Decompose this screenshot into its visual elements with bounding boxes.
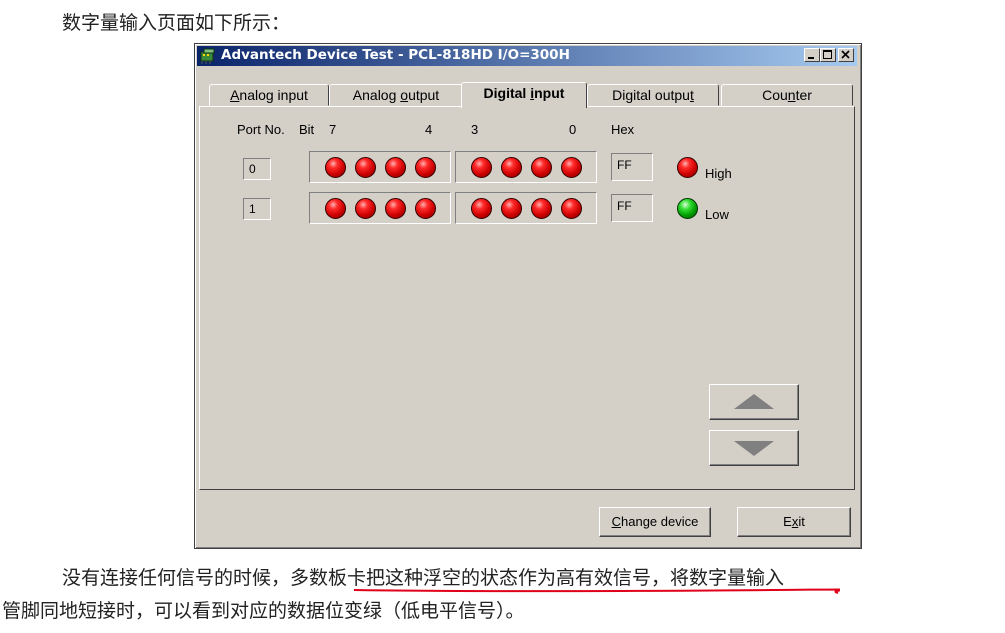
close-button[interactable] bbox=[838, 48, 854, 62]
bit-0-label: 0 bbox=[569, 122, 577, 137]
port-0-field[interactable]: 0 bbox=[243, 158, 271, 180]
bit-led bbox=[384, 197, 406, 219]
tab-counter[interactable]: Counter bbox=[721, 84, 853, 106]
bit-3-label: 3 bbox=[471, 122, 479, 137]
bit-led bbox=[414, 197, 436, 219]
tab-analog-output[interactable]: Analog output bbox=[329, 84, 463, 106]
paragraph-line-1: 没有连接任何信号的时候，多数板卡把这种浮空的状态作为高有效信号，将数字量输入 bbox=[62, 563, 784, 590]
maximize-button[interactable] bbox=[820, 48, 836, 62]
scroll-up-button[interactable] bbox=[709, 384, 799, 420]
maximize-icon bbox=[823, 50, 832, 59]
port-0-high-nibble bbox=[309, 151, 451, 183]
app-icon bbox=[200, 48, 215, 64]
app-window: Advantech Device Test - PCL-818HD I/O=30… bbox=[194, 43, 862, 549]
tab-digital-output[interactable]: Digital output bbox=[587, 84, 719, 106]
paragraph-line-2: 管脚同地短接时，可以看到对应的数据位变绿（低电平信号）。 bbox=[2, 600, 525, 622]
low-indicator-led bbox=[677, 198, 698, 219]
port-0-hex-value: FF bbox=[611, 153, 653, 181]
bit-header: Bit bbox=[299, 122, 315, 137]
minimize-button[interactable] bbox=[804, 48, 820, 62]
bit-led bbox=[324, 156, 346, 178]
arrow-up-icon bbox=[734, 394, 774, 409]
sentence-part-2: ，将数字量输入 bbox=[651, 567, 785, 589]
arrow-down-icon bbox=[734, 441, 774, 456]
bit-led bbox=[500, 197, 522, 219]
scroll-down-button[interactable] bbox=[709, 430, 799, 466]
bit-led bbox=[560, 156, 582, 178]
port-1-hex-value: FF bbox=[611, 194, 653, 222]
close-icon bbox=[841, 50, 850, 59]
port-1-field[interactable]: 1 bbox=[243, 198, 271, 220]
tab-digital-input[interactable]: Digital input bbox=[461, 82, 587, 108]
low-label: Low bbox=[705, 207, 729, 222]
bit-led bbox=[470, 156, 492, 178]
bit-led bbox=[414, 156, 436, 178]
change-device-button[interactable]: Change device bbox=[599, 507, 711, 537]
bit-4-label: 4 bbox=[425, 122, 433, 137]
high-label: High bbox=[705, 166, 732, 181]
tab-strip: Analog input Analog output Digital input… bbox=[199, 82, 855, 108]
port-1-high-nibble bbox=[309, 192, 451, 224]
red-underline-annotation bbox=[353, 588, 840, 594]
intro-text: 数字量输入页面如下所示： bbox=[62, 12, 291, 34]
bit-led bbox=[500, 156, 522, 178]
window-title: Advantech Device Test - PCL-818HD I/O=30… bbox=[221, 47, 570, 63]
bit-7-label: 7 bbox=[329, 122, 337, 137]
bit-led bbox=[560, 197, 582, 219]
bit-led bbox=[354, 156, 376, 178]
port-0-low-nibble bbox=[455, 151, 597, 183]
bit-led bbox=[470, 197, 492, 219]
high-indicator-led bbox=[677, 157, 698, 178]
exit-button[interactable]: Exit bbox=[737, 507, 851, 537]
underlined-phrase: 多数板卡把这种浮空的状态作为高有效信号 bbox=[290, 567, 652, 589]
port-1-low-nibble bbox=[455, 192, 597, 224]
bit-led bbox=[324, 197, 346, 219]
bit-led bbox=[530, 197, 552, 219]
minimize-icon bbox=[808, 57, 814, 59]
hex-header: Hex bbox=[611, 122, 635, 137]
title-bar[interactable]: Advantech Device Test - PCL-818HD I/O=30… bbox=[197, 46, 857, 66]
bit-led bbox=[530, 156, 552, 178]
sentence-part-1: 没有连接任何信号的时候， bbox=[62, 567, 291, 589]
port-no-header: Port No. bbox=[237, 122, 285, 137]
tab-analog-input[interactable]: Analog input bbox=[209, 84, 329, 106]
bit-led bbox=[354, 197, 376, 219]
bit-led bbox=[384, 156, 406, 178]
